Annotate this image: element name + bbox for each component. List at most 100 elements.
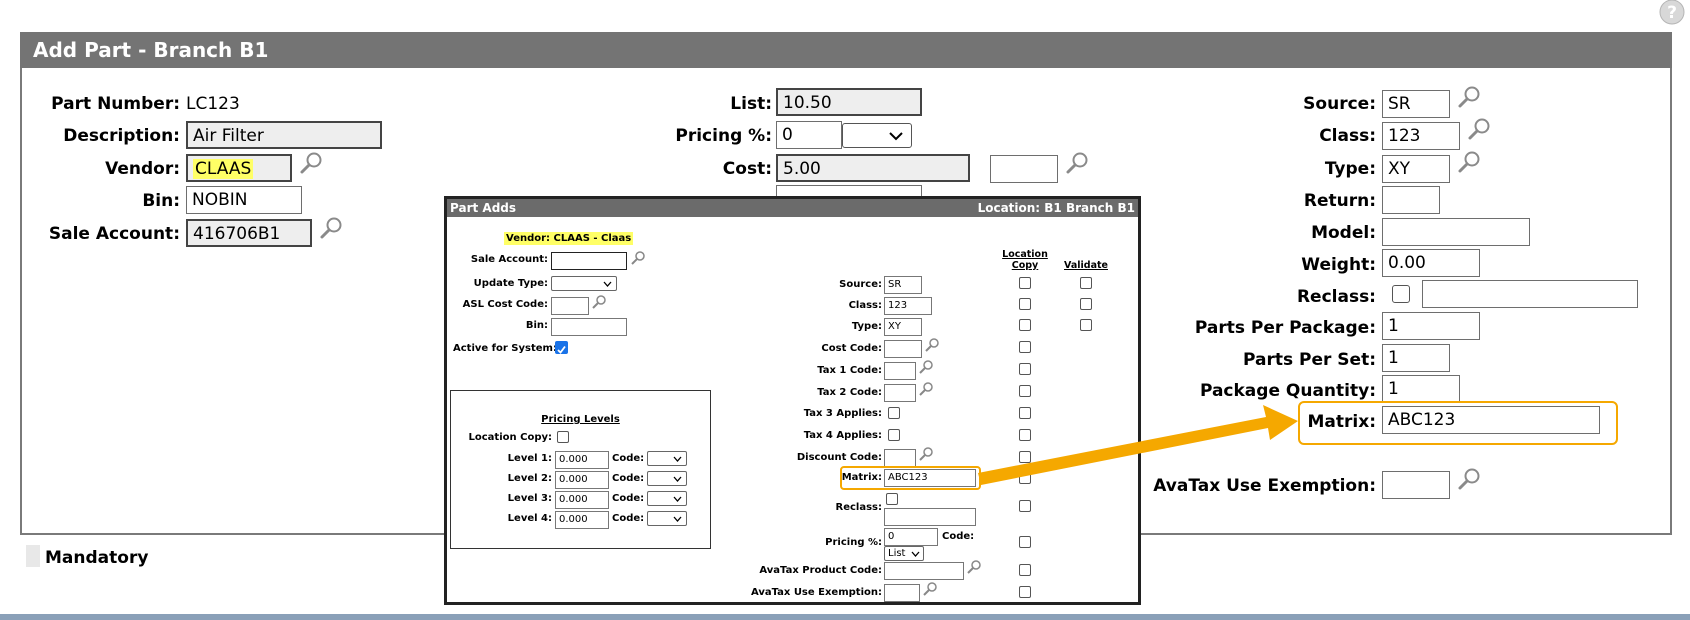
type-field[interactable]: XY <box>1382 155 1450 183</box>
popup-source-copy-checkbox[interactable] <box>1019 277 1031 289</box>
description-field[interactable]: Air Filter <box>186 121 382 149</box>
part-adds-header: Part Adds Location: B1 Branch B1 <box>447 199 1138 217</box>
popup-level-4-field[interactable]: 0.000 <box>555 511 609 529</box>
popup-reclass-checkbox[interactable] <box>886 493 898 505</box>
popup-avatax-product-field[interactable] <box>884 562 964 580</box>
popup-type-field[interactable]: XY <box>884 318 922 336</box>
type-search-icon[interactable] <box>1456 151 1482 175</box>
class-field[interactable]: 123 <box>1382 122 1460 150</box>
popup-discount-copy-checkbox[interactable] <box>1019 451 1031 463</box>
model-field[interactable] <box>1382 218 1530 246</box>
package-quantity-label: Package Quantity: <box>1199 381 1376 401</box>
cost-extra-field[interactable] <box>990 155 1058 183</box>
popup-level-3-label: Level 3: <box>507 493 552 504</box>
popup-level-3-code-select[interactable] <box>647 491 687 506</box>
popup-avatax-product-search-icon[interactable] <box>966 559 982 579</box>
weight-field[interactable]: 0.00 <box>1382 249 1480 277</box>
list-label: List: <box>730 94 772 114</box>
popup-avatax-use-field[interactable] <box>884 584 920 602</box>
popup-cost-code-search-icon[interactable] <box>924 337 940 357</box>
popup-level-2-code-select[interactable] <box>647 471 687 486</box>
popup-class-copy-checkbox[interactable] <box>1019 298 1031 310</box>
popup-source-validate-checkbox[interactable] <box>1080 277 1092 289</box>
popup-matrix-label: Matrix: <box>841 472 882 483</box>
popup-tax3-copy-checkbox[interactable] <box>1019 407 1031 419</box>
vendor-search-icon[interactable] <box>298 152 324 176</box>
sale-account-label: Sale Account: <box>48 224 180 244</box>
reclass-label: Reclass: <box>1296 287 1376 307</box>
popup-class-label: Class: <box>848 300 882 311</box>
popup-type-copy-checkbox[interactable] <box>1019 319 1031 331</box>
cost-field[interactable]: 5.00 <box>776 154 970 182</box>
popup-tax4-copy-checkbox[interactable] <box>1019 429 1031 441</box>
popup-source-field[interactable]: SR <box>884 276 922 294</box>
parts-per-set-field[interactable]: 1 <box>1382 344 1450 372</box>
popup-tax2-copy-checkbox[interactable] <box>1019 385 1031 397</box>
popup-level-1-label: Level 1: <box>507 453 552 464</box>
popup-level-1-code-select[interactable] <box>647 451 687 466</box>
parts-per-package-field[interactable]: 1 <box>1382 312 1480 340</box>
popup-reclass-copy-checkbox[interactable] <box>1019 500 1031 512</box>
popup-discount-search-icon[interactable] <box>918 446 934 466</box>
popup-tax4-checkbox[interactable] <box>888 429 900 441</box>
popup-asl-search-icon[interactable] <box>591 294 607 314</box>
popup-type-validate-checkbox[interactable] <box>1080 319 1092 331</box>
popup-location-copy-checkbox[interactable] <box>557 431 569 443</box>
return-field[interactable] <box>1382 186 1440 214</box>
sale-account-search-icon[interactable] <box>318 217 344 241</box>
popup-tax2-field[interactable] <box>884 384 916 402</box>
cost-search-icon[interactable] <box>1064 152 1090 176</box>
popup-avatax-product-copy-checkbox[interactable] <box>1019 564 1031 576</box>
class-search-icon[interactable] <box>1466 118 1492 142</box>
popup-tax1-copy-checkbox[interactable] <box>1019 363 1031 375</box>
reclass-checkbox[interactable] <box>1392 285 1410 303</box>
popup-class-validate-checkbox[interactable] <box>1080 298 1092 310</box>
parts-per-set-label: Parts Per Set: <box>1242 350 1376 370</box>
sale-account-field[interactable]: 416706B1 <box>186 219 312 247</box>
avatax-use-exemption-label: AvaTax Use Exemption: <box>1153 476 1376 496</box>
reclass-field[interactable] <box>1422 280 1638 308</box>
avatax-search-icon[interactable] <box>1456 468 1482 492</box>
vendor-field[interactable]: CLAAS <box>186 154 292 182</box>
popup-pricing-field[interactable]: 0 <box>884 528 938 546</box>
popup-level-4-code-select[interactable] <box>647 511 687 526</box>
pricing-code-select[interactable] <box>842 123 912 148</box>
popup-level-2-field[interactable]: 0.000 <box>555 471 609 489</box>
pricing-field[interactable]: 0 <box>776 121 842 149</box>
svg-text:?: ? <box>1667 3 1677 23</box>
popup-cost-code-label: Cost Code: <box>821 343 882 354</box>
popup-matrix-field[interactable]: ABC123 <box>884 469 976 487</box>
popup-update-type-select[interactable] <box>551 276 617 291</box>
package-quantity-field[interactable]: 1 <box>1382 375 1460 403</box>
matrix-field[interactable]: ABC123 <box>1382 406 1600 434</box>
popup-sale-account-search-icon[interactable] <box>630 250 646 270</box>
popup-level-3-field[interactable]: 0.000 <box>555 491 609 509</box>
model-label: Model: <box>1311 223 1376 243</box>
source-field[interactable]: SR <box>1382 90 1450 118</box>
help-icon[interactable]: ? <box>1658 0 1686 28</box>
popup-level-1-field[interactable]: 0.000 <box>555 451 609 469</box>
avatax-use-exemption-field[interactable] <box>1382 471 1450 499</box>
popup-avatax-use-search-icon[interactable] <box>922 581 938 601</box>
popup-sale-account-field[interactable] <box>551 252 627 270</box>
popup-tax3-checkbox[interactable] <box>888 407 900 419</box>
popup-tax1-field[interactable] <box>884 362 916 380</box>
popup-reclass-field[interactable] <box>884 508 976 526</box>
popup-tax2-search-icon[interactable] <box>918 381 934 401</box>
popup-asl-field[interactable] <box>551 297 589 315</box>
popup-matrix-copy-checkbox[interactable] <box>1019 472 1031 484</box>
popup-active-checkbox[interactable] <box>555 341 568 354</box>
popup-class-field[interactable]: 123 <box>884 297 932 315</box>
popup-pricing-code-select[interactable]: List <box>884 546 924 561</box>
popup-discount-field[interactable] <box>884 449 916 467</box>
source-search-icon[interactable] <box>1456 86 1482 110</box>
popup-bin-field[interactable] <box>551 318 627 336</box>
bin-field[interactable]: NOBIN <box>186 186 302 214</box>
popup-cost-code-copy-checkbox[interactable] <box>1019 341 1031 353</box>
vendor-value: CLAAS <box>193 159 254 179</box>
popup-cost-code-field[interactable] <box>884 340 922 358</box>
popup-avatax-use-copy-checkbox[interactable] <box>1019 586 1031 598</box>
popup-pricing-copy-checkbox[interactable] <box>1019 536 1031 548</box>
popup-tax1-search-icon[interactable] <box>918 359 934 379</box>
list-field[interactable]: 10.50 <box>776 88 922 116</box>
